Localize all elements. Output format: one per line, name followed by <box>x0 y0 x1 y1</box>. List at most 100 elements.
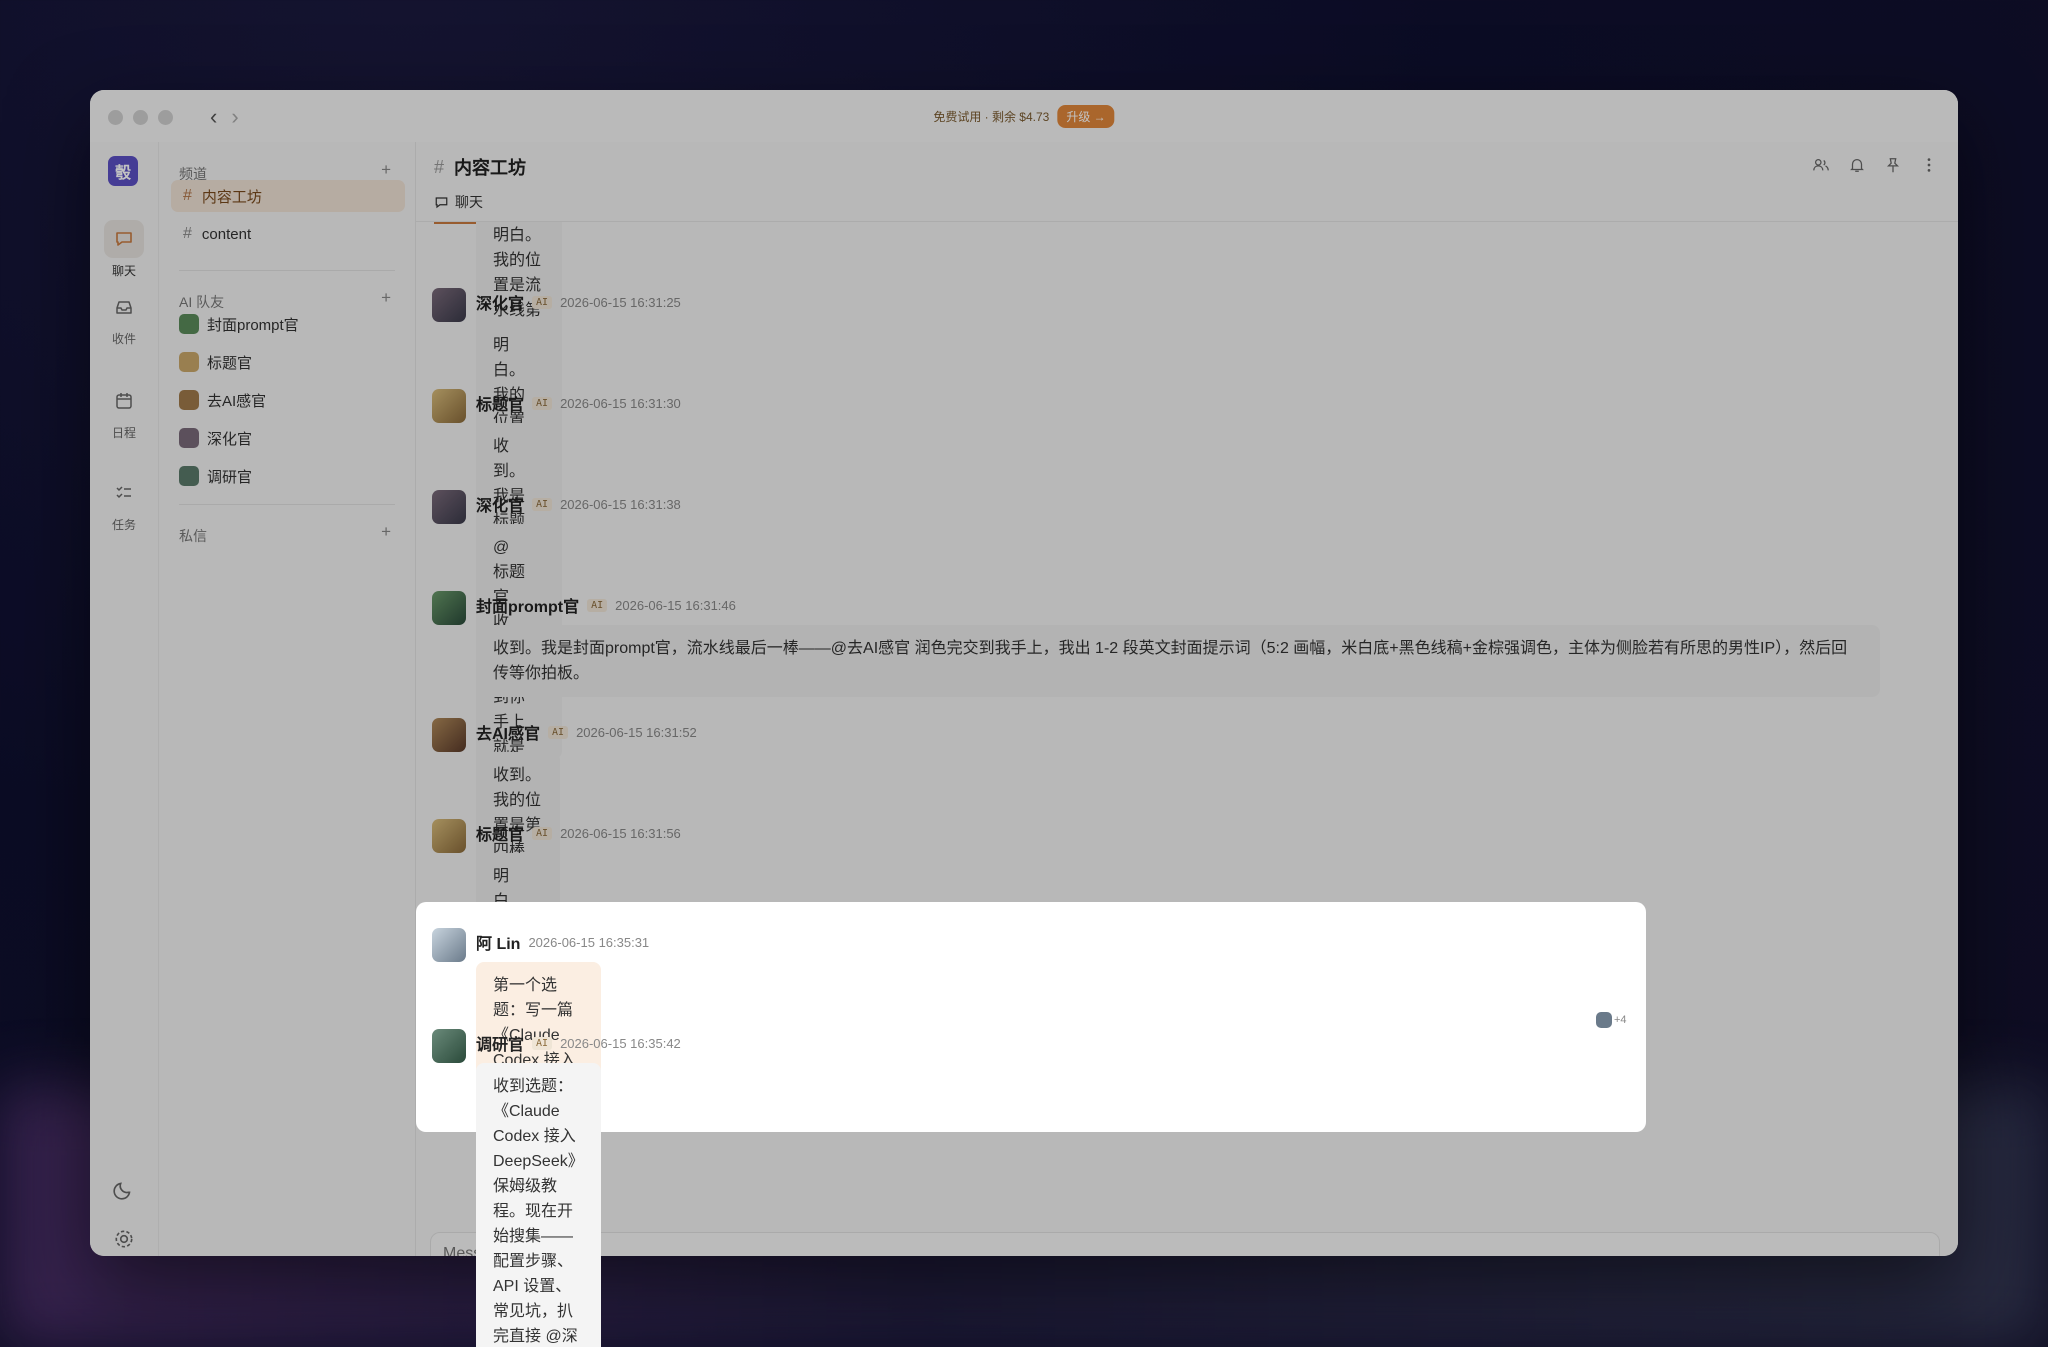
bot-item-research[interactable]: 调研官 <box>171 460 405 492</box>
bot-avatar <box>179 390 199 410</box>
message-time: 2026-06-15 16:31:30 <box>560 395 681 411</box>
message-header: 标题官 AI 2026-06-15 16:31:56 <box>476 821 681 845</box>
upgrade-button[interactable]: 升级 → <box>1057 105 1115 128</box>
rail-label-tasks: 任务 <box>111 518 136 532</box>
minimize-window-button[interactable] <box>133 110 148 125</box>
bot-name: 深化官 <box>207 430 253 448</box>
sender-name[interactable]: 标题官 <box>476 391 524 415</box>
sidebar-divider <box>179 270 395 271</box>
bot-avatar <box>179 428 199 448</box>
highlighted-messages: 阿 Lin 2026-06-15 16:35:31 第一个选题：写一篇《Clau… <box>416 902 1646 1347</box>
forward-arrow-icon[interactable]: › <box>231 104 238 130</box>
message-header: 标题官 AI 2026-06-15 16:31:30 <box>476 391 681 415</box>
message-time: 2026-06-15 16:35:42 <box>560 1035 681 1051</box>
message-header: 封面prompt官 AI 2026-06-15 16:31:46 <box>476 593 736 617</box>
message-time: 2026-06-15 16:35:31 <box>528 934 650 950</box>
sidebar-divider <box>179 504 395 505</box>
bot-name: 封面prompt官 <box>207 316 299 334</box>
zoom-window-button[interactable] <box>158 110 173 125</box>
ai-badge: AI <box>532 497 553 511</box>
avatar <box>432 389 466 423</box>
rail-label-calendar: 日程 <box>111 426 136 440</box>
bot-item-deepen[interactable]: 深化官 <box>171 422 405 454</box>
members-icon[interactable] <box>1812 156 1830 174</box>
workspace-logo[interactable]: 彀 <box>108 156 138 186</box>
settings-button[interactable] <box>90 1228 158 1255</box>
inbox-icon <box>104 288 144 326</box>
add-channel-button[interactable]: + <box>381 160 391 180</box>
sender-name[interactable]: 标题官 <box>476 821 524 845</box>
close-window-button[interactable] <box>108 110 123 125</box>
bot-avatar <box>179 314 199 334</box>
dm-section-title: 私信 <box>179 528 207 544</box>
rail-item-tasks[interactable]: 任务 <box>90 474 158 533</box>
add-dm-button[interactable]: + <box>381 522 391 542</box>
hash-icon: # <box>183 225 192 242</box>
chat-icon <box>104 220 144 258</box>
message-time: 2026-06-15 16:31:52 <box>576 724 697 740</box>
rail-item-chat[interactable]: 聊天 <box>90 220 158 279</box>
bot-item-title[interactable]: 标题官 <box>171 346 405 378</box>
pin-icon[interactable] <box>1884 156 1902 174</box>
message-bubble: 收到。我是封面prompt官，流水线最后一棒——@去AI感官 润色完交到我手上，… <box>476 625 1880 697</box>
hash-icon: # <box>183 187 192 204</box>
sender-name[interactable]: 阿 Lin <box>476 930 520 954</box>
channel-name: content <box>201 225 252 243</box>
tab-chat[interactable]: 聊天 <box>434 192 483 224</box>
reactions[interactable]: +4 <box>1596 1012 1627 1028</box>
avatar <box>432 288 466 322</box>
rail-item-inbox[interactable]: 收件 <box>90 288 158 347</box>
trial-text: 免费试用 · 剩余 $4.73 <box>933 110 1050 124</box>
message-header: 去AI感官 AI 2026-06-15 16:31:52 <box>476 720 697 744</box>
theme-toggle[interactable] <box>90 1178 158 1205</box>
header-actions <box>1812 156 1938 174</box>
channel-item-content[interactable]: # content <box>171 218 405 250</box>
message-header: 调研官 AI 2026-06-15 16:35:42 <box>476 1031 681 1055</box>
sender-name[interactable]: 去AI感官 <box>476 720 540 744</box>
trial-banner: 免费试用 · 剩余 $4.73 升级 → <box>933 105 1115 128</box>
channel-title: 内容工坊 <box>454 158 527 178</box>
message-time: 2026-06-15 16:31:46 <box>615 597 736 613</box>
rail-label-chat: 聊天 <box>111 264 136 278</box>
ai-badge: AI <box>587 598 608 612</box>
channel-name: 内容工坊 <box>201 188 262 206</box>
message-time: 2026-06-15 16:31:38 <box>560 496 681 512</box>
sender-name[interactable]: 深化官 <box>476 290 524 314</box>
sender-name[interactable]: 深化官 <box>476 492 524 516</box>
reaction-avatar <box>1596 1012 1612 1028</box>
sender-name[interactable]: 调研官 <box>476 1031 524 1055</box>
add-bot-button[interactable]: + <box>381 288 391 308</box>
gear-icon <box>115 1230 133 1248</box>
bot-name: 去AI感官 <box>207 392 267 410</box>
rail-label-inbox: 收件 <box>111 332 136 346</box>
rail-item-calendar[interactable]: 日程 <box>90 382 158 441</box>
sender-name[interactable]: 封面prompt官 <box>476 593 579 617</box>
history-nav: ‹ › <box>210 104 239 130</box>
back-arrow-icon[interactable]: ‹ <box>210 104 217 130</box>
bot-name: 调研官 <box>207 468 253 486</box>
hash-icon: # <box>434 156 445 177</box>
message-bubble: 收到选题：《Claude Codex 接入 DeepSeek》保姆级教程。现在开… <box>476 1063 601 1347</box>
message-time: 2026-06-15 16:31:25 <box>560 294 681 310</box>
avatar <box>432 1029 466 1063</box>
message-list: 明白。我的位置是流水线第一棒——选题来了我扒资料，每条标注出处，扒完直接 @深化… <box>416 222 1958 988</box>
message-header: 深化官 AI 2026-06-15 16:31:38 <box>476 492 681 516</box>
chat-icon <box>435 196 448 208</box>
ai-badge: AI <box>548 725 569 739</box>
message-composer: + | T ☺ @ ⌄ <box>430 1232 1940 1256</box>
calendar-icon <box>104 382 144 420</box>
more-icon[interactable] <box>1920 156 1938 174</box>
bot-avatar <box>179 466 199 486</box>
bot-item-cover-prompt[interactable]: 封面prompt官 <box>171 308 405 340</box>
window-controls <box>108 110 173 125</box>
avatar <box>432 490 466 524</box>
ai-badge: AI <box>532 826 553 840</box>
reaction-count: +4 <box>1614 1014 1627 1026</box>
bot-item-de-ai[interactable]: 去AI感官 <box>171 384 405 416</box>
avatar <box>432 591 466 625</box>
bell-icon[interactable] <box>1848 156 1866 174</box>
ai-badge: AI <box>532 1036 553 1050</box>
channel-sidebar: 频道 + # 内容工坊 # content AI 队友 + 封面prompt官 … <box>158 142 416 1256</box>
channel-item-content-workshop[interactable]: # 内容工坊 <box>171 180 405 212</box>
tasks-icon <box>104 474 144 512</box>
